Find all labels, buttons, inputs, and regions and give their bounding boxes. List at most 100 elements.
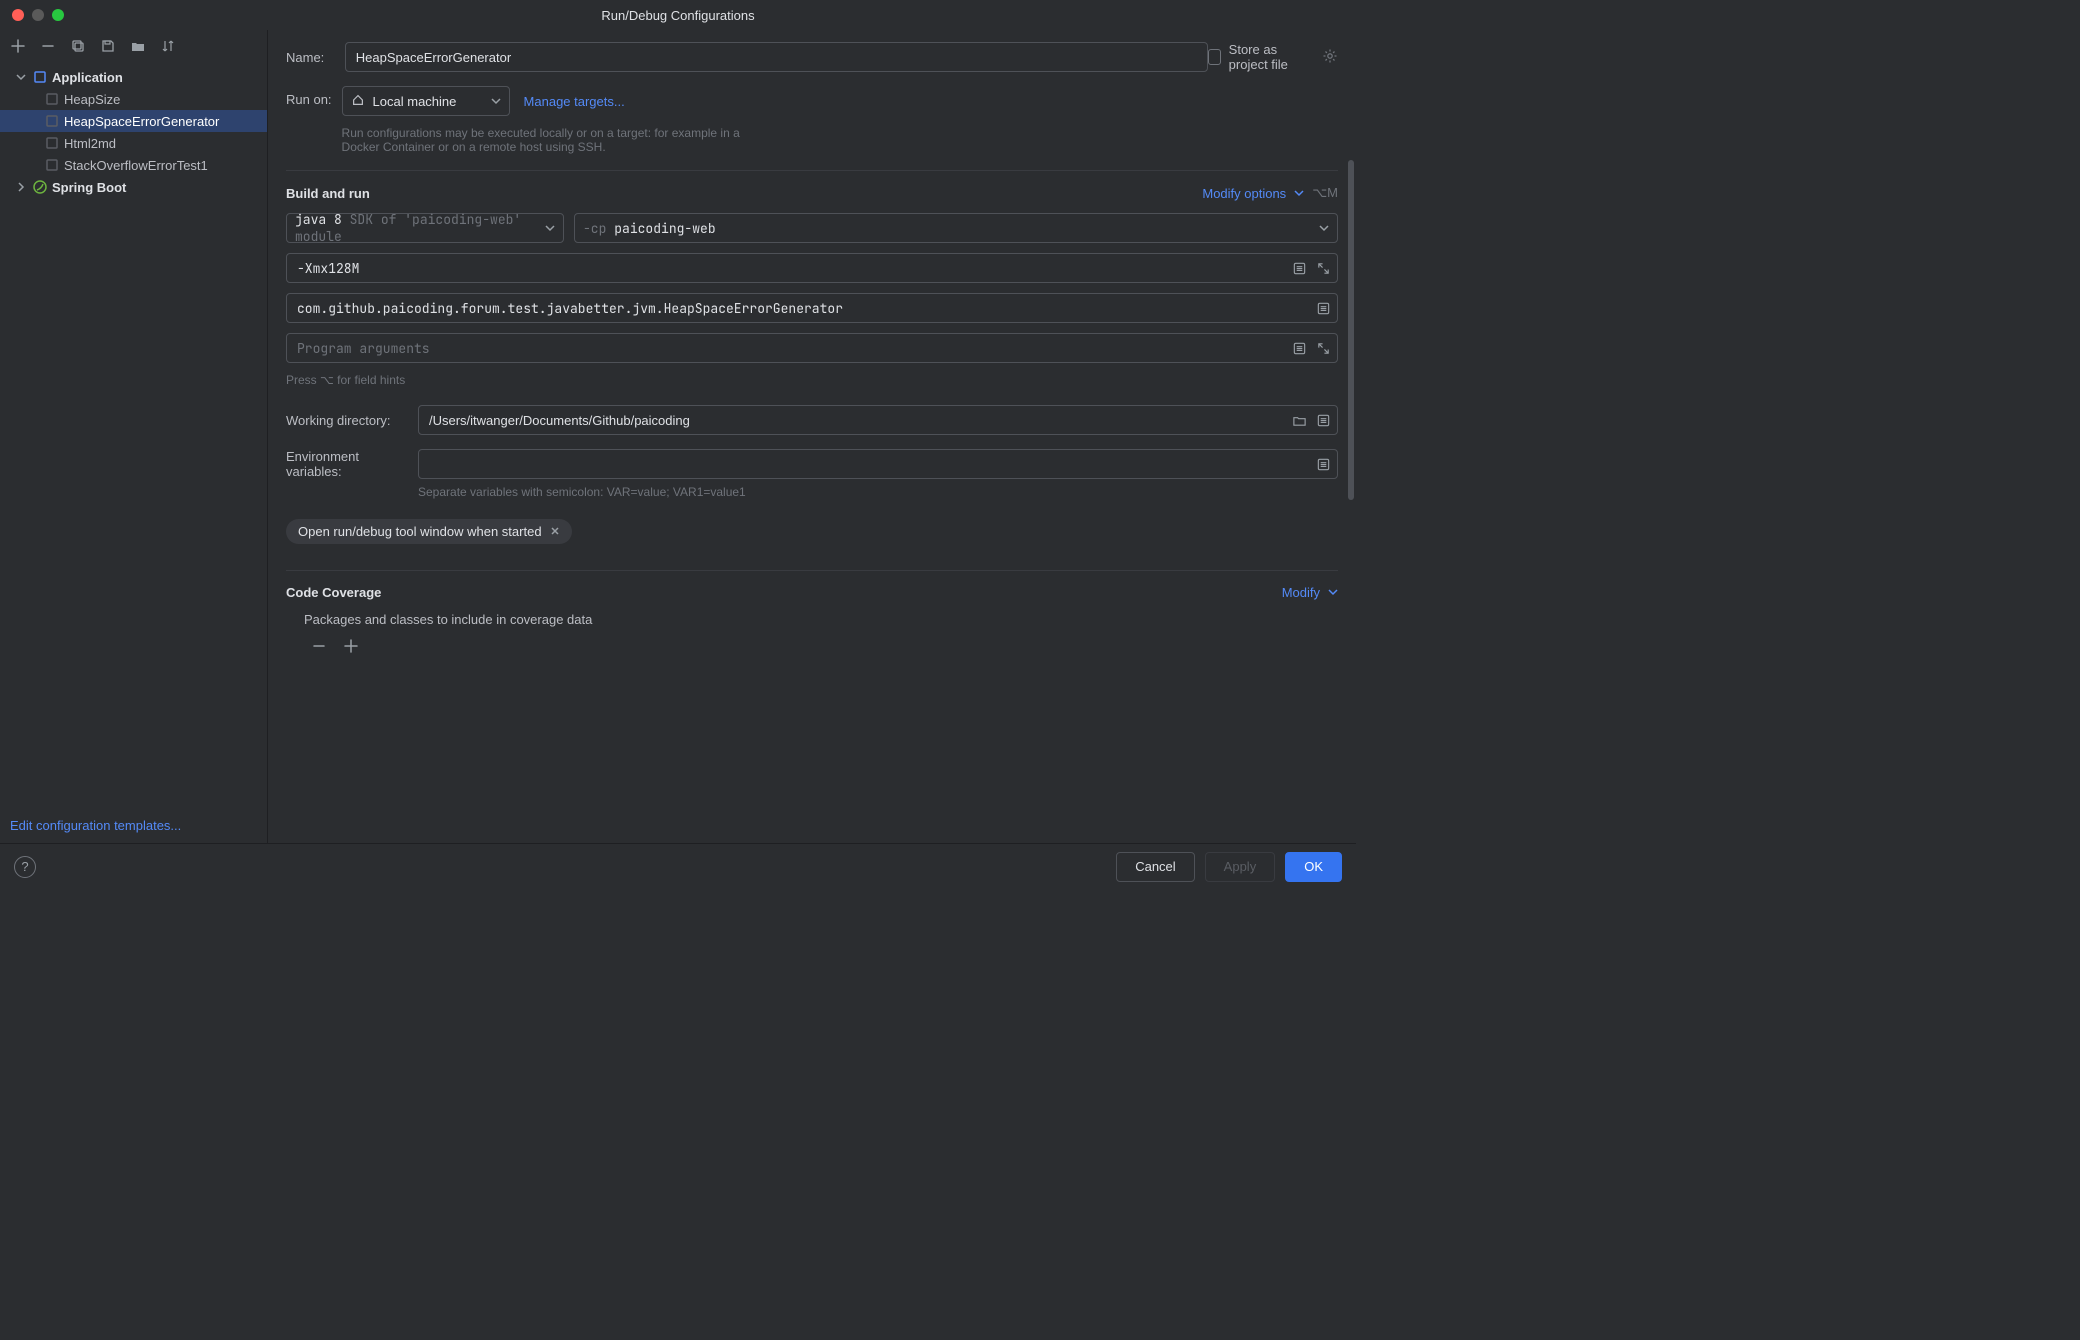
- chevron-right-icon: [14, 182, 28, 192]
- zoom-window-icon[interactable]: [52, 9, 64, 21]
- env-vars-help: Separate variables with semicolon: VAR=v…: [286, 485, 1338, 499]
- minimize-window-icon[interactable]: [32, 9, 44, 21]
- code-coverage-header: Code Coverage Modify: [286, 585, 1338, 600]
- cancel-button[interactable]: Cancel: [1116, 852, 1194, 882]
- close-icon[interactable]: [550, 524, 560, 539]
- tree-item-heapsize[interactable]: HeapSize: [0, 88, 267, 110]
- list-icon[interactable]: [1314, 299, 1332, 317]
- config-icon: [44, 91, 60, 107]
- add-coverage-button[interactable]: [342, 637, 360, 655]
- expand-icon[interactable]: [1314, 339, 1332, 357]
- tree-item-label: Html2md: [64, 136, 116, 151]
- run-on-value: Local machine: [373, 94, 483, 109]
- store-as-project-file[interactable]: Store as project file: [1208, 42, 1338, 72]
- expand-icon[interactable]: [1314, 259, 1332, 277]
- vm-options-row: [286, 253, 1338, 283]
- manage-targets-link[interactable]: Manage targets...: [524, 94, 625, 109]
- tree-group-label: Spring Boot: [52, 180, 126, 195]
- help-button[interactable]: ?: [14, 856, 36, 878]
- env-vars-row: Environment variables:: [286, 449, 1338, 479]
- list-icon[interactable]: [1314, 411, 1332, 429]
- folder-button[interactable]: [128, 36, 148, 56]
- build-and-run-header: Build and run Modify options ⌥M: [286, 185, 1338, 201]
- save-configuration-button[interactable]: [98, 36, 118, 56]
- divider: [286, 570, 1338, 571]
- spring-icon: [32, 179, 48, 195]
- run-on-dropdown[interactable]: Local machine: [342, 86, 510, 116]
- sdk-value: java 8: [295, 211, 342, 228]
- working-directory-input[interactable]: [418, 405, 1338, 435]
- program-arguments-input[interactable]: [286, 333, 1338, 363]
- list-icon[interactable]: [1314, 455, 1332, 473]
- sdk-classpath-row: java 8 SDK of 'paicoding-web' module -cp…: [286, 213, 1338, 243]
- window-title: Run/Debug Configurations: [601, 8, 754, 23]
- run-on-label: Run on:: [286, 86, 332, 107]
- coverage-include: Packages and classes to include in cover…: [286, 612, 1338, 655]
- home-icon: [351, 93, 365, 110]
- cp-prefix: -cp: [583, 220, 606, 237]
- coverage-modify-link[interactable]: Modify: [1282, 585, 1320, 600]
- build-and-run-title: Build and run: [286, 186, 370, 201]
- sidebar: Application HeapSize HeapSpaceErrorGener…: [0, 30, 268, 843]
- modify-options-shortcut: ⌥M: [1312, 185, 1338, 201]
- tree-item-stackoverflowerrortest1[interactable]: StackOverflowErrorTest1: [0, 154, 267, 176]
- chevron-down-icon: [1294, 186, 1304, 201]
- configurations-tree: Application HeapSize HeapSpaceErrorGener…: [0, 62, 267, 808]
- coverage-include-label: Packages and classes to include in cover…: [304, 612, 592, 627]
- window-controls: [12, 9, 64, 21]
- sort-button[interactable]: [158, 36, 178, 56]
- checkbox-icon[interactable]: [1208, 49, 1221, 65]
- tree-item-label: StackOverflowErrorTest1: [64, 158, 208, 173]
- main-class-row: [286, 293, 1338, 323]
- chevron-down-icon: [491, 94, 501, 109]
- remove-coverage-button[interactable]: [310, 637, 328, 655]
- vm-options-input[interactable]: [286, 253, 1338, 283]
- env-vars-input[interactable]: [418, 449, 1338, 479]
- modify-options-link[interactable]: Modify options: [1202, 186, 1286, 201]
- config-icon: [44, 113, 60, 129]
- scrollbar[interactable]: [1348, 160, 1354, 500]
- config-icon: [44, 135, 60, 151]
- folder-icon[interactable]: [1290, 411, 1308, 429]
- tree-item-heapspaceerrorgenerator[interactable]: HeapSpaceErrorGenerator: [0, 110, 267, 132]
- field-hints: Press ⌥ for field hints: [286, 373, 1338, 387]
- copy-configuration-button[interactable]: [68, 36, 88, 56]
- open-tool-window-chip[interactable]: Open run/debug tool window when started: [286, 519, 572, 544]
- titlebar: Run/Debug Configurations: [0, 0, 1356, 30]
- run-on-help: Run configurations may be executed local…: [342, 126, 762, 154]
- name-row: Name: Store as project file: [286, 42, 1338, 72]
- cp-value: paicoding-web: [614, 220, 715, 237]
- program-arguments-row: [286, 333, 1338, 363]
- tree-group-application[interactable]: Application: [0, 66, 267, 88]
- classpath-dropdown[interactable]: -cp paicoding-web: [574, 213, 1338, 243]
- tree-item-html2md[interactable]: Html2md: [0, 132, 267, 154]
- list-icon[interactable]: [1290, 339, 1308, 357]
- tree-group-spring-boot[interactable]: Spring Boot: [0, 176, 267, 198]
- application-icon: [32, 69, 48, 85]
- name-input[interactable]: [345, 42, 1208, 72]
- gear-icon[interactable]: [1322, 48, 1338, 67]
- divider: [286, 170, 1338, 171]
- store-label: Store as project file: [1229, 42, 1314, 72]
- ok-button[interactable]: OK: [1285, 852, 1342, 882]
- sidebar-footer: Edit configuration templates...: [0, 808, 267, 843]
- code-coverage-title: Code Coverage: [286, 585, 381, 600]
- chevron-down-icon: [545, 221, 555, 236]
- config-icon: [44, 157, 60, 173]
- sidebar-toolbar: [0, 30, 267, 62]
- add-configuration-button[interactable]: [8, 36, 28, 56]
- configuration-form: Name: Store as project file Run on:: [268, 30, 1356, 843]
- sdk-dropdown[interactable]: java 8 SDK of 'paicoding-web' module: [286, 213, 564, 243]
- main-class-input[interactable]: [286, 293, 1338, 323]
- env-vars-label: Environment variables:: [286, 449, 418, 479]
- chevron-down-icon: [1319, 221, 1329, 236]
- run-on-row: Run on: Local machine Manage targets... …: [286, 86, 1338, 154]
- working-directory-row: Working directory:: [286, 405, 1338, 435]
- list-icon[interactable]: [1290, 259, 1308, 277]
- tree-group-label: Application: [52, 70, 123, 85]
- edit-templates-link[interactable]: Edit configuration templates...: [10, 818, 181, 833]
- apply-button[interactable]: Apply: [1205, 852, 1276, 882]
- tree-item-label: HeapSize: [64, 92, 120, 107]
- remove-configuration-button[interactable]: [38, 36, 58, 56]
- close-window-icon[interactable]: [12, 9, 24, 21]
